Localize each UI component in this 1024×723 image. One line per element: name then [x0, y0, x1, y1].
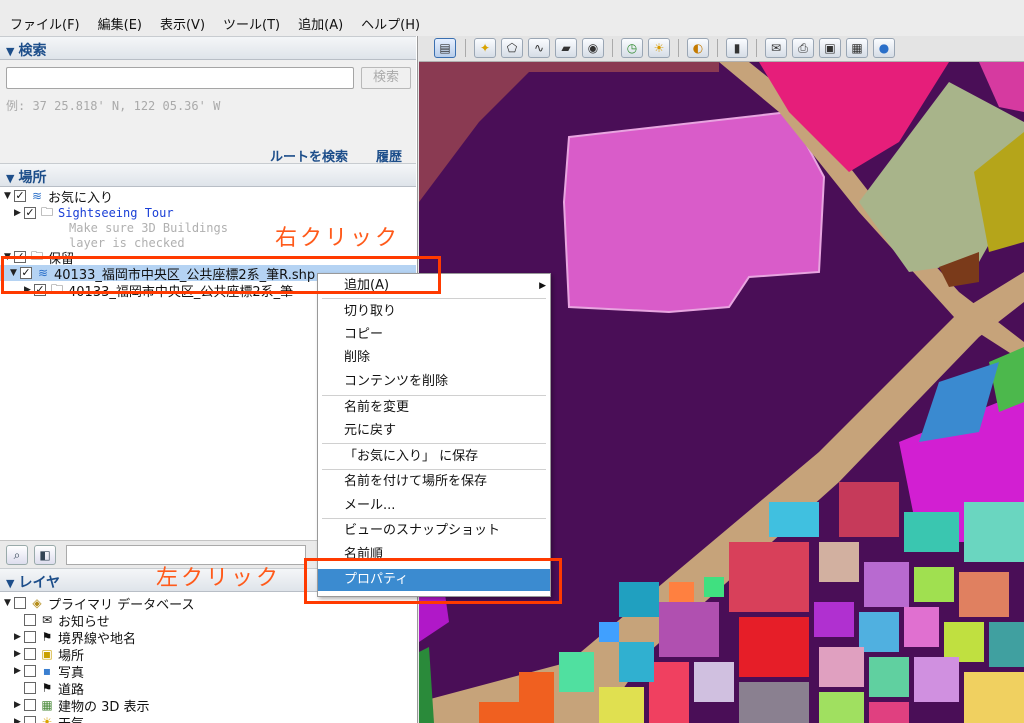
sidebar-toggle-icon[interactable]: ▤: [434, 38, 456, 58]
checkbox[interactable]: ✓: [14, 190, 26, 202]
collapse-triangle-icon[interactable]: ▼: [6, 172, 14, 185]
menu-view[interactable]: 表示(V): [160, 14, 205, 33]
save-image-icon[interactable]: ▣: [819, 38, 841, 58]
menu-bar: ファイル(F) 編集(E) 表示(V) ツール(T) 追加(A) ヘルプ(H): [0, 0, 1024, 36]
menu-item-delete-contents[interactable]: コンテンツを削除: [318, 371, 550, 393]
mail-icon: ✉: [41, 613, 53, 627]
checkbox[interactable]: [24, 682, 36, 694]
search-example-text: 例: 37 25.818' N, 122 05.36' W: [6, 99, 221, 113]
checkbox[interactable]: [14, 597, 26, 609]
left-click-annotation: 左クリック: [156, 566, 282, 591]
expand-arrow-icon[interactable]: ▶: [14, 700, 24, 710]
search-panel: 検索 例: 37 25.818' N, 122 05.36' W ルートを検索 …: [0, 60, 416, 165]
layer-item[interactable]: ▶ ▣ 場所: [14, 646, 84, 664]
flag-icon: ⚑: [41, 630, 53, 644]
menu-item-revert[interactable]: 元に戻す: [318, 420, 550, 442]
menu-item-rename[interactable]: 名前を変更: [318, 397, 550, 419]
layer-item[interactable]: ▶ ▦ 建物の 3D 表示: [14, 697, 150, 715]
sunlight-icon[interactable]: ☀: [648, 38, 670, 58]
expand-arrow-icon[interactable]: ▶: [14, 717, 24, 723]
menu-item-snapshot[interactable]: ビューのスナップショット: [318, 520, 550, 542]
menu-item-delete[interactable]: 削除: [318, 347, 550, 369]
layer-item[interactable]: ▶ ☀ 天気: [14, 714, 84, 723]
add-path-icon[interactable]: ∿: [528, 38, 550, 58]
right-click-highlight-box: [1, 256, 441, 294]
places-panel-header[interactable]: ▼ 場所: [0, 163, 416, 187]
layer-item[interactable]: ▶ ⚑ 境界線や地名: [14, 629, 136, 647]
building-icon: ▦: [41, 698, 53, 712]
menu-item-copy[interactable]: コピー: [318, 324, 550, 346]
road-icon: ⚑: [41, 681, 53, 695]
menu-item-mail[interactable]: メール...: [318, 495, 550, 517]
database-icon: ◈: [32, 596, 42, 610]
add-polygon-icon[interactable]: ⬠: [501, 38, 523, 58]
search-panel-header[interactable]: ▼ 検索: [0, 36, 416, 60]
historical-imagery-icon[interactable]: ◷: [621, 38, 643, 58]
search-button[interactable]: 検索: [361, 67, 411, 89]
expand-arrow-icon[interactable]: ▶: [14, 208, 24, 218]
checkbox[interactable]: [24, 665, 36, 677]
tree-note: Make sure 3D Buildings: [69, 221, 228, 235]
collapse-triangle-icon[interactable]: ▼: [6, 45, 14, 58]
menu-help[interactable]: ヘルプ(H): [361, 14, 420, 33]
tree-item-favorites[interactable]: ▼ ✓ ≋ お気に入り: [4, 188, 113, 206]
checkbox[interactable]: [24, 614, 36, 626]
submenu-arrow-icon: ▶: [539, 281, 546, 291]
menu-tools[interactable]: ツール(T): [223, 14, 280, 33]
layer-item[interactable]: ⚑ 道路: [24, 680, 84, 698]
expand-arrow-icon[interactable]: ▶: [14, 666, 24, 676]
email-icon[interactable]: ✉: [765, 38, 787, 58]
search-icon[interactable]: ⌕: [6, 545, 28, 565]
context-menu: 追加(A) ▶ 切り取り コピー 削除 コンテンツを削除 名前を変更 元に戻す 「…: [317, 273, 551, 597]
earth-gallery-icon[interactable]: ●: [873, 38, 895, 58]
menu-file[interactable]: ファイル(F): [10, 14, 80, 33]
checkbox[interactable]: [24, 716, 36, 723]
layers-tree: ▼ ◈ プライマリ データベース ✉ お知らせ ▶ ⚑ 境界線や地名 ▶ ▣ 場…: [0, 592, 416, 723]
planets-icon[interactable]: ◐: [687, 38, 709, 58]
collapse-triangle-icon[interactable]: ▼: [6, 577, 14, 590]
tree-note: layer is checked: [69, 236, 185, 250]
checkbox[interactable]: ✓: [24, 207, 36, 219]
print-icon[interactable]: ⎙: [792, 38, 814, 58]
weather-icon: ☀: [41, 715, 53, 723]
checkbox[interactable]: [24, 631, 36, 643]
photo-icon: ▪: [42, 664, 52, 678]
main-toolbar: ▤ ✦ ⬠ ∿ ▰ ◉ ◷ ☀ ◐ ▮ ✉ ⎙ ▣ ▦ ●: [419, 36, 1024, 62]
maps-icon[interactable]: ▦: [846, 38, 868, 58]
expand-arrow-icon[interactable]: ▼: [4, 598, 14, 608]
checkbox[interactable]: [24, 699, 36, 711]
menu-item-cut[interactable]: 切り取り: [318, 301, 550, 323]
right-click-annotation: 右クリック: [275, 226, 401, 251]
panel-toggle-icon[interactable]: ◧: [34, 545, 56, 565]
expand-arrow-icon[interactable]: ▶: [14, 632, 24, 642]
menu-item-save-favorites[interactable]: 「お気に入り」 に保存: [318, 446, 550, 468]
add-placemark-icon[interactable]: ✦: [474, 38, 496, 58]
place-icon: ▣: [41, 647, 53, 661]
layer-item[interactable]: ✉ お知らせ: [14, 612, 110, 630]
layer-item-root[interactable]: ▼ ◈ プライマリ データベース: [4, 595, 194, 613]
search-input[interactable]: [6, 67, 354, 89]
folder-icon: 🗀: [40, 204, 53, 219]
add-overlay-icon[interactable]: ▰: [555, 38, 577, 58]
menu-edit[interactable]: 編集(E): [98, 14, 142, 33]
record-tour-icon[interactable]: ◉: [582, 38, 604, 58]
left-click-highlight-box: [304, 558, 562, 604]
expand-arrow-icon[interactable]: ▶: [14, 649, 24, 659]
layer-item[interactable]: ▶ ▪ 写真: [14, 663, 84, 681]
tree-item-sightseeing[interactable]: ▶ ✓ 🗀 Sightseeing Tour: [14, 205, 174, 221]
kml-icon: ≋: [31, 189, 43, 203]
menu-add[interactable]: 追加(A): [298, 14, 343, 33]
menu-item-save-as[interactable]: 名前を付けて場所を保存: [318, 471, 550, 493]
expand-arrow-icon[interactable]: ▼: [4, 191, 14, 201]
ruler-icon[interactable]: ▮: [726, 38, 748, 58]
checkbox[interactable]: [24, 648, 36, 660]
